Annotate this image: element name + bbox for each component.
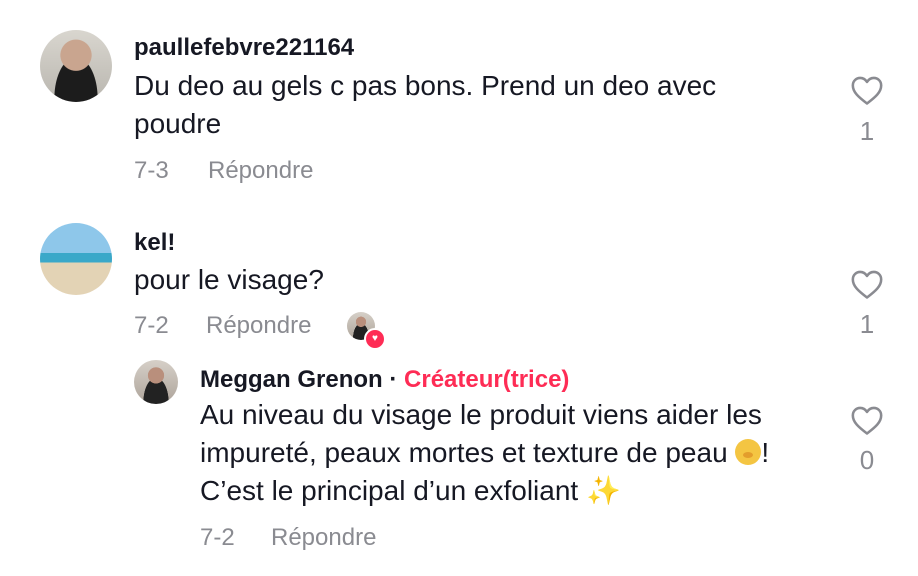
reply-button[interactable]: Répondre <box>271 524 376 552</box>
avatar-kel[interactable] <box>40 223 112 295</box>
shushing-face-emoji-icon <box>735 439 762 465</box>
heart-icon <box>851 270 883 299</box>
avatar-meggan-grenon[interactable] <box>134 360 178 404</box>
reply-text-end: ! <box>761 437 770 468</box>
reply-text: impureté, peaux mortes et texture de pea… <box>200 437 728 468</box>
comment-date: 7-2 <box>134 312 169 339</box>
avatar-paullefebvre[interactable] <box>40 30 112 102</box>
reply-username-line: Meggan Grenon · Créateur(trice) <box>200 366 569 394</box>
comment-date: 7-3 <box>134 157 169 184</box>
like-button[interactable] <box>847 268 887 300</box>
reply-text-line: Au niveau du visage le produit viens aid… <box>200 399 762 430</box>
like-count: 1 <box>859 309 875 339</box>
sparkles-emoji-icon: ✨ <box>586 475 621 506</box>
like-count: 1 <box>859 116 875 146</box>
comment-username[interactable]: paullefebvre221164 <box>134 34 354 62</box>
heart-icon <box>851 406 883 435</box>
reply-text-line: impureté, peaux mortes et texture de pea… <box>200 434 769 472</box>
like-button[interactable] <box>847 404 887 436</box>
comment-username[interactable]: kel! <box>134 229 175 257</box>
comment-text-line: pour le visage? <box>134 264 324 295</box>
reply-username[interactable]: Meggan Grenon <box>200 366 383 393</box>
reply-button[interactable]: Répondre <box>206 312 311 340</box>
reply-text: C’est le principal d’un exfoliant <box>200 475 579 506</box>
reply-text-line: C’est le principal d’un exfoliant ✨ <box>200 472 621 510</box>
reply-date: 7-2 <box>200 524 235 551</box>
like-count: 0 <box>859 445 875 475</box>
creator-heart-icon: ♥ <box>364 328 386 350</box>
reply-button[interactable]: Répondre <box>208 157 313 185</box>
comment-text-line: poudre <box>134 108 222 139</box>
creator-badge: Créateur(trice) <box>404 366 570 393</box>
heart-icon <box>851 76 883 105</box>
comment-text-line: Du deo au gels c pas bons. Prend un deo … <box>134 70 717 101</box>
separator-dot: · <box>389 366 398 393</box>
like-button[interactable] <box>847 74 887 106</box>
